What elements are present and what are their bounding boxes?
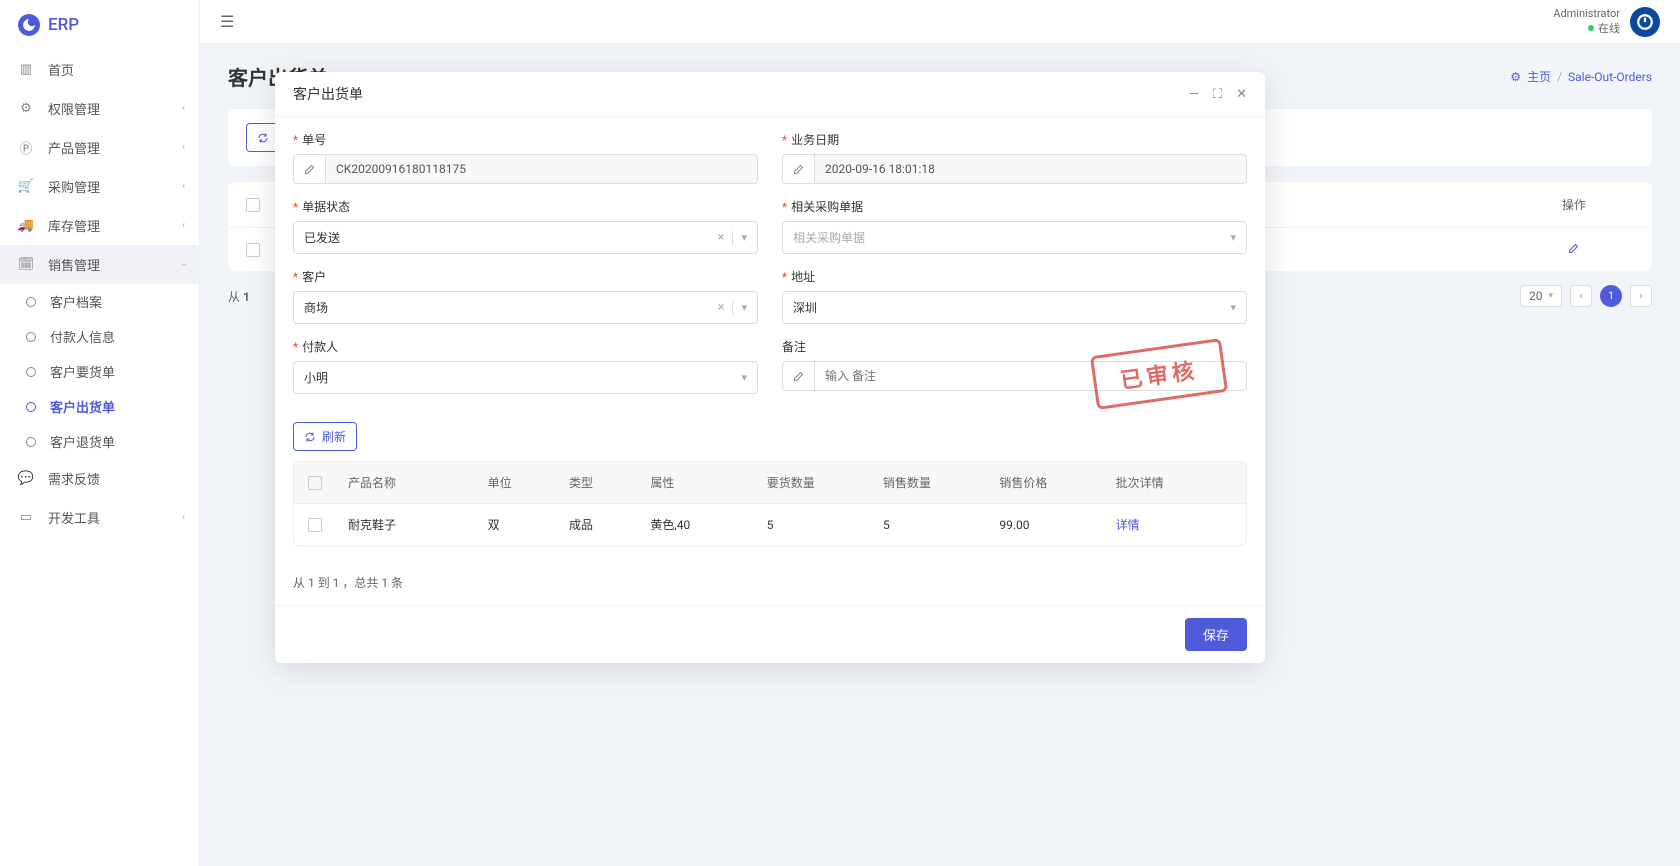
edit-icon bbox=[293, 154, 325, 184]
chevron-left-icon: ‹ bbox=[182, 181, 185, 192]
subnav-customer-order[interactable]: 客户要货单 bbox=[0, 354, 199, 389]
detail-row-checkbox[interactable] bbox=[308, 518, 322, 532]
clear-icon[interactable]: × bbox=[718, 230, 725, 245]
edit-icon bbox=[782, 154, 814, 184]
detail-pagination-info: 从 1 到 1 ，总共 1 条 bbox=[275, 560, 1265, 605]
user-status: 在线 bbox=[1553, 20, 1620, 36]
logo-icon bbox=[18, 14, 40, 36]
page-next-button[interactable]: › bbox=[1630, 285, 1652, 307]
page-1-button[interactable]: 1 bbox=[1600, 285, 1622, 307]
chevron-down-icon: ▾ bbox=[1230, 301, 1236, 314]
product-icon: Ⓟ bbox=[18, 138, 34, 157]
nav-purchase[interactable]: 🛒 采购管理 ‹ bbox=[0, 167, 199, 206]
select-all-checkbox[interactable] bbox=[246, 198, 260, 212]
nav-feedback[interactable]: 💬 需求反馈 bbox=[0, 459, 199, 498]
page-prev-button[interactable]: ‹ bbox=[1570, 285, 1592, 307]
maximize-button[interactable]: ⛶ bbox=[1213, 87, 1222, 102]
cart-icon: 🛒 bbox=[18, 179, 34, 194]
chevron-down-icon: ▾ bbox=[741, 231, 747, 244]
dashboard-icon: ⚙ bbox=[1510, 70, 1521, 84]
nav-products[interactable]: Ⓟ 产品管理 ‹ bbox=[0, 128, 199, 167]
nav-inventory[interactable]: 🚚 库存管理 ‹ bbox=[0, 206, 199, 245]
biz-date-input[interactable]: 2020-09-16 18:01:18 bbox=[814, 154, 1247, 184]
chevron-left-icon: ‹ bbox=[182, 103, 185, 114]
nav-home[interactable]: ▥ 首页 bbox=[0, 50, 199, 89]
save-button[interactable]: 保存 bbox=[1185, 618, 1247, 651]
subnav-sale-out-orders[interactable]: 客户出货单 bbox=[0, 389, 199, 424]
menu-toggle-icon[interactable]: ☰ bbox=[220, 12, 234, 31]
modal-title: 客户出货单 bbox=[293, 84, 363, 104]
chevron-down-icon: ‹ bbox=[178, 263, 189, 266]
chevron-left-icon: ‹ bbox=[182, 512, 185, 523]
chart-icon: ▥ bbox=[18, 62, 34, 77]
subnav-customer-file[interactable]: 客户档案 bbox=[0, 284, 199, 319]
breadcrumb-current[interactable]: Sale-Out-Orders bbox=[1568, 70, 1652, 84]
batch-detail-link[interactable]: 详情 bbox=[1116, 516, 1232, 533]
calendar-icon: 🗓 bbox=[18, 257, 34, 272]
logo: ERP bbox=[0, 0, 199, 50]
truck-icon: 🚚 bbox=[18, 218, 34, 233]
detail-row: 耐克鞋子 双 成品 黄色,40 5 5 99.00 详情 bbox=[294, 503, 1246, 545]
avatar[interactable] bbox=[1630, 7, 1660, 37]
user-name: Administrator bbox=[1553, 7, 1620, 20]
minimize-button[interactable]: — bbox=[1189, 87, 1199, 102]
tool-icon: ▭ bbox=[18, 510, 34, 525]
refresh-detail-button[interactable]: 刷新 bbox=[293, 422, 357, 451]
customer-select[interactable]: 商场 ×▾ bbox=[293, 291, 758, 324]
subnav-customer-return[interactable]: 客户退货单 bbox=[0, 424, 199, 459]
page-size-select[interactable]: 20▾ bbox=[1520, 285, 1562, 307]
col-operations: 操作 bbox=[1514, 196, 1634, 213]
order-no-input[interactable]: CK20200916180118175 bbox=[325, 154, 758, 184]
chevron-left-icon: ‹ bbox=[182, 220, 185, 231]
breadcrumb: ⚙ 主页 / Sale-Out-Orders bbox=[1510, 68, 1652, 85]
pagination-info: 从 1 bbox=[228, 288, 250, 305]
subnav-payer-info[interactable]: 付款人信息 bbox=[0, 319, 199, 354]
refresh-icon bbox=[257, 132, 269, 144]
detail-select-all-checkbox[interactable] bbox=[308, 476, 322, 490]
nav-devtools[interactable]: ▭ 开发工具 ‹ bbox=[0, 498, 199, 537]
status-dot-icon bbox=[1588, 25, 1594, 31]
refresh-icon bbox=[304, 431, 316, 443]
related-select[interactable]: 相关采购单据 ▾ bbox=[782, 221, 1247, 254]
chevron-down-icon: ▾ bbox=[1230, 231, 1236, 244]
chat-icon: 💬 bbox=[18, 471, 34, 486]
close-button[interactable]: ✕ bbox=[1236, 87, 1247, 102]
payer-select[interactable]: 小明 ▾ bbox=[293, 361, 758, 394]
status-select[interactable]: 已发送 ×▾ bbox=[293, 221, 758, 254]
chevron-left-icon: ‹ bbox=[182, 142, 185, 153]
logo-text: ERP bbox=[48, 15, 79, 35]
nav-sales[interactable]: 🗓 销售管理 ‹ bbox=[0, 245, 199, 284]
address-select[interactable]: 深圳 ▾ bbox=[782, 291, 1247, 324]
edit-icon bbox=[782, 361, 814, 391]
user-area: Administrator 在线 bbox=[1553, 7, 1660, 37]
row-checkbox[interactable] bbox=[246, 243, 260, 257]
clear-icon[interactable]: × bbox=[718, 300, 725, 315]
gear-icon: ⚙ bbox=[18, 101, 34, 116]
chevron-down-icon: ▾ bbox=[741, 301, 747, 314]
edit-icon[interactable] bbox=[1568, 242, 1580, 254]
nav-permissions[interactable]: ⚙ 权限管理 ‹ bbox=[0, 89, 199, 128]
topbar: ☰ Administrator 在线 bbox=[200, 0, 1680, 44]
sidebar: ERP ▥ 首页 ⚙ 权限管理 ‹ Ⓟ 产品管理 ‹ 🛒 采购管理 ‹ 🚚 库存… bbox=[0, 0, 200, 866]
modal-sale-out-order: 客户出货单 — ⛶ ✕ *单号 CK20200916180118175 *业务日… bbox=[275, 72, 1265, 663]
breadcrumb-home[interactable]: 主页 bbox=[1527, 68, 1551, 85]
chevron-down-icon: ▾ bbox=[741, 371, 747, 384]
